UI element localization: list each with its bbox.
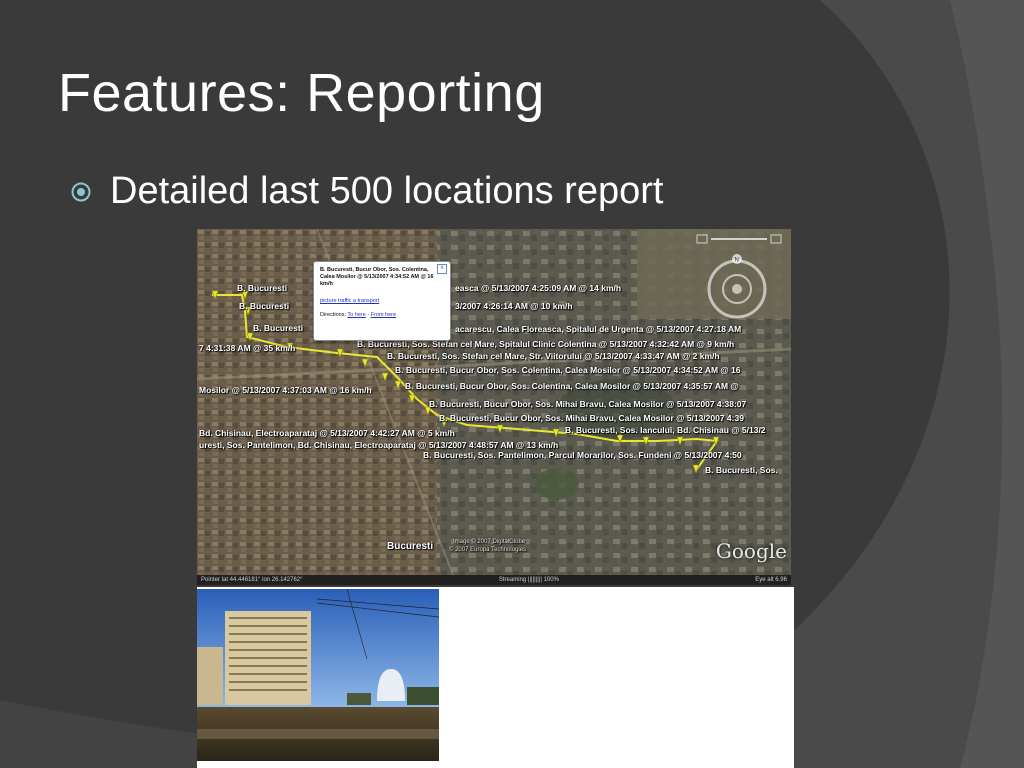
route-label: acarescu, Calea Floreasca, Spitalul de U…: [455, 324, 742, 334]
svg-text:N: N: [735, 258, 739, 264]
eye-altitude: Eye alt 6.96: [755, 577, 787, 583]
street-photo: [197, 589, 439, 761]
popup-link[interactable]: picture traffic a transport: [320, 298, 379, 304]
route-label: easca @ 5/13/2007 4:25:09 AM @ 14 km/h: [455, 283, 622, 293]
route-label: B. Bucuresti, Sos. Stefan cel Mare, Str.…: [387, 351, 720, 361]
streaming-status: Streaming ||||||||| 100%: [498, 577, 559, 583]
route-label: B. Bucuresti, Bucur Obor, Sos. Colentina…: [395, 365, 741, 375]
route-label: B. Bucuresti: [237, 283, 288, 293]
close-icon[interactable]: x: [437, 264, 447, 274]
directions-label: Directions:: [320, 311, 346, 318]
popup-heading: B. Bucuresti, Bucur Obor, Sos. Colentina…: [320, 267, 434, 288]
photo-panel: [197, 587, 794, 768]
route-label: 3/2007 4:26:14 AM @ 10 km/h: [455, 301, 573, 311]
route-label: B. Bucuresti, Bucur Obor, Sos. Colentina…: [405, 381, 739, 391]
route-label: Mosilor @ 5/13/2007 4:37:03 AM @ 16 km/h: [199, 385, 372, 395]
slide-title: Features: Reporting: [58, 63, 545, 123]
from-here-link[interactable]: From here: [371, 312, 396, 318]
imagery-copyright: Image © 2007 DigitalGlobe: [453, 539, 526, 545]
route-label: B. Bucuresti, Bucur Obor, Sos. Mihai Bra…: [439, 413, 744, 423]
map-status-bar: Pointer lat 44.446181° lon 26.142762° St…: [197, 575, 791, 585]
location-popup: x B. Bucuresti, Bucur Obor, Sos. Colenti…: [313, 261, 451, 341]
data-copyright: © 2007 Europa Technologies: [449, 547, 527, 553]
route-label: B. Bucuresti, Bucur Obor, Sos. Mihai Bra…: [429, 399, 747, 409]
route-label: 7 4:31:38 AM @ 35 km/h: [199, 343, 296, 353]
route-label: B. Bucuresti: [239, 301, 290, 311]
city-label: Bucuresti: [387, 541, 434, 552]
circled-dot-icon: [71, 182, 91, 201]
pointer-coordinates: Pointer lat 44.446181° lon 26.142762°: [201, 577, 303, 583]
route-label: B. Bucuresti, Sos.: [705, 465, 778, 475]
route-label: B. Bucuresti: [253, 323, 304, 333]
route-label: B. Bucuresti, Sos. Iancului, Bd. Chisina…: [565, 425, 766, 435]
bullet-item: Detailed last 500 locations report: [70, 170, 663, 213]
route-label: B. Bucuresti, Sos. Pantelimon, Parcul Mo…: [423, 450, 742, 460]
google-logo: Google: [715, 539, 787, 563]
street-photo-image: [197, 589, 439, 761]
route-label: Bd. Chisinau, Electroaparataj @ 5/13/200…: [199, 428, 455, 438]
route-label: uresti, Sos. Pantelimon, Bd. Chisinau, E…: [199, 440, 559, 450]
satellite-map: N B. Bucuresti B. Bucuresti B. Bucuresti…: [197, 229, 791, 585]
popup-directions: Directions: To here - From here: [320, 312, 444, 319]
to-here-link[interactable]: To here: [347, 312, 365, 318]
bullet-text: Detailed last 500 locations report: [110, 170, 664, 212]
directions-separator: -: [367, 311, 370, 318]
